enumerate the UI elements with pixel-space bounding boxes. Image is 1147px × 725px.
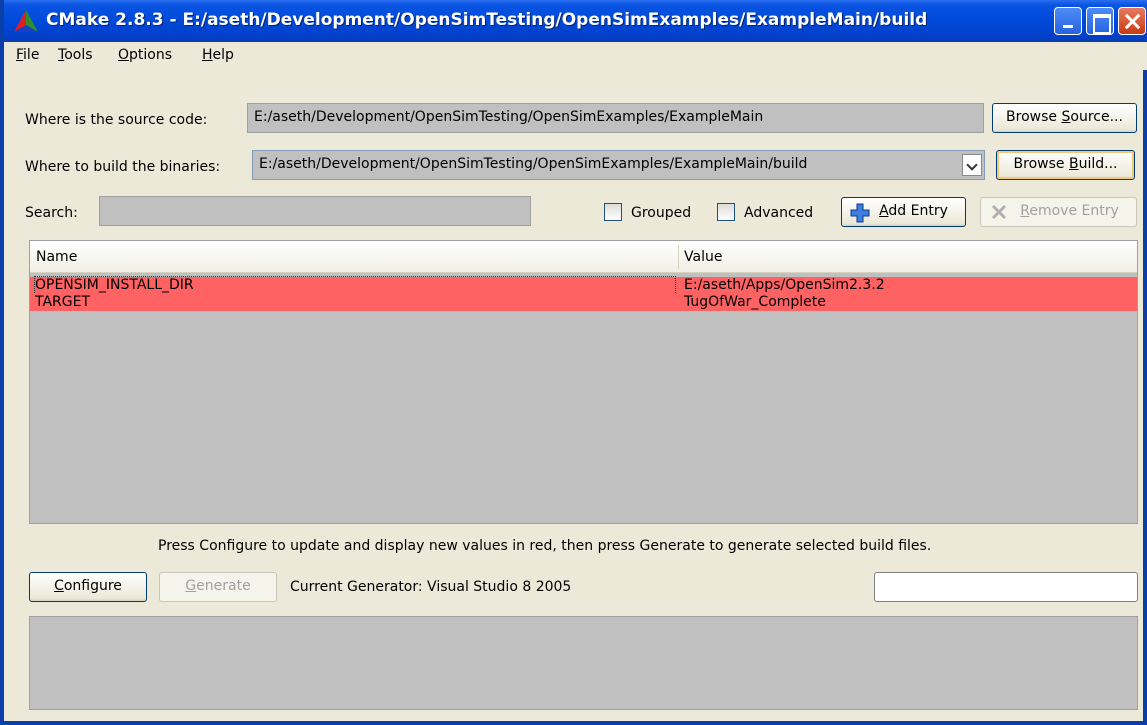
- menu-file[interactable]: File: [16, 47, 39, 63]
- configure-button[interactable]: Configure: [29, 572, 147, 602]
- window-title: CMake 2.8.3 - E:/aseth/Development/OpenS…: [46, 10, 928, 30]
- build-label: Where to build the binaries:: [25, 159, 221, 175]
- column-value-header[interactable]: Value: [684, 249, 722, 265]
- search-input[interactable]: [99, 196, 531, 226]
- browse-build-button[interactable]: Browse Build...: [996, 150, 1135, 180]
- configure-hint: Press Configure to update and display ne…: [158, 538, 932, 554]
- menu-options[interactable]: Options: [118, 47, 172, 63]
- maximize-icon[interactable]: [1086, 7, 1114, 35]
- current-generator-label: Current Generator: Visual Studio 8 2005: [290, 579, 572, 595]
- row-name: TARGET: [35, 294, 91, 310]
- minimize-icon[interactable]: [1054, 7, 1082, 35]
- close-icon[interactable]: [1118, 7, 1146, 35]
- menu-help[interactable]: Help: [202, 47, 234, 63]
- output-log[interactable]: [29, 616, 1138, 710]
- cmake-logo-icon: [14, 10, 38, 32]
- advanced-label: Advanced: [744, 205, 814, 221]
- search-label: Search:: [25, 205, 78, 221]
- table-row[interactable]: OPENSIM_INSTALL_DIR E:/aseth/Apps/OpenSi…: [30, 276, 1137, 295]
- add-entry-button[interactable]: Add Entry: [841, 197, 966, 227]
- build-path-combo[interactable]: E:/aseth/Development/OpenSimTesting/Open…: [252, 150, 985, 180]
- cmake-window: CMake 2.8.3 - E:/aseth/Development/OpenS…: [0, 0, 1147, 725]
- source-label: Where is the source code:: [25, 112, 208, 128]
- column-divider[interactable]: [678, 245, 679, 269]
- grouped-label: Grouped: [631, 205, 692, 221]
- browse-source-button[interactable]: Browse Source...: [992, 103, 1137, 133]
- chevron-down-icon[interactable]: [962, 154, 982, 176]
- row-value: E:/aseth/Apps/OpenSim2.3.2: [684, 277, 885, 293]
- row-name: OPENSIM_INSTALL_DIR: [34, 276, 676, 295]
- source-path-field[interactable]: E:/aseth/Development/OpenSimTesting/Open…: [247, 103, 984, 133]
- remove-entry-button[interactable]: Remove Entry: [980, 197, 1137, 227]
- advanced-checkbox[interactable]: [717, 203, 735, 221]
- column-name-header[interactable]: Name: [36, 249, 77, 265]
- menu-tools[interactable]: Tools: [58, 47, 93, 63]
- plus-icon: [850, 203, 870, 223]
- build-path-value: E:/aseth/Development/OpenSimTesting/Open…: [259, 156, 808, 172]
- remove-x-icon: [991, 204, 1007, 220]
- menu-bar: File Tools Options Help: [8, 42, 1147, 70]
- grouped-checkbox[interactable]: [604, 203, 622, 221]
- table-row[interactable]: TARGET TugOfWar_Complete: [30, 294, 1137, 311]
- generate-button[interactable]: Generate: [159, 572, 277, 602]
- cache-table[interactable]: Name Value OPENSIM_INSTALL_DIR E:/aseth/…: [29, 240, 1138, 524]
- table-header: Name Value: [30, 241, 1137, 273]
- title-bar[interactable]: CMake 2.8.3 - E:/aseth/Development/OpenS…: [4, 0, 1147, 42]
- progress-bar: [874, 572, 1138, 602]
- row-value: TugOfWar_Complete: [684, 294, 826, 310]
